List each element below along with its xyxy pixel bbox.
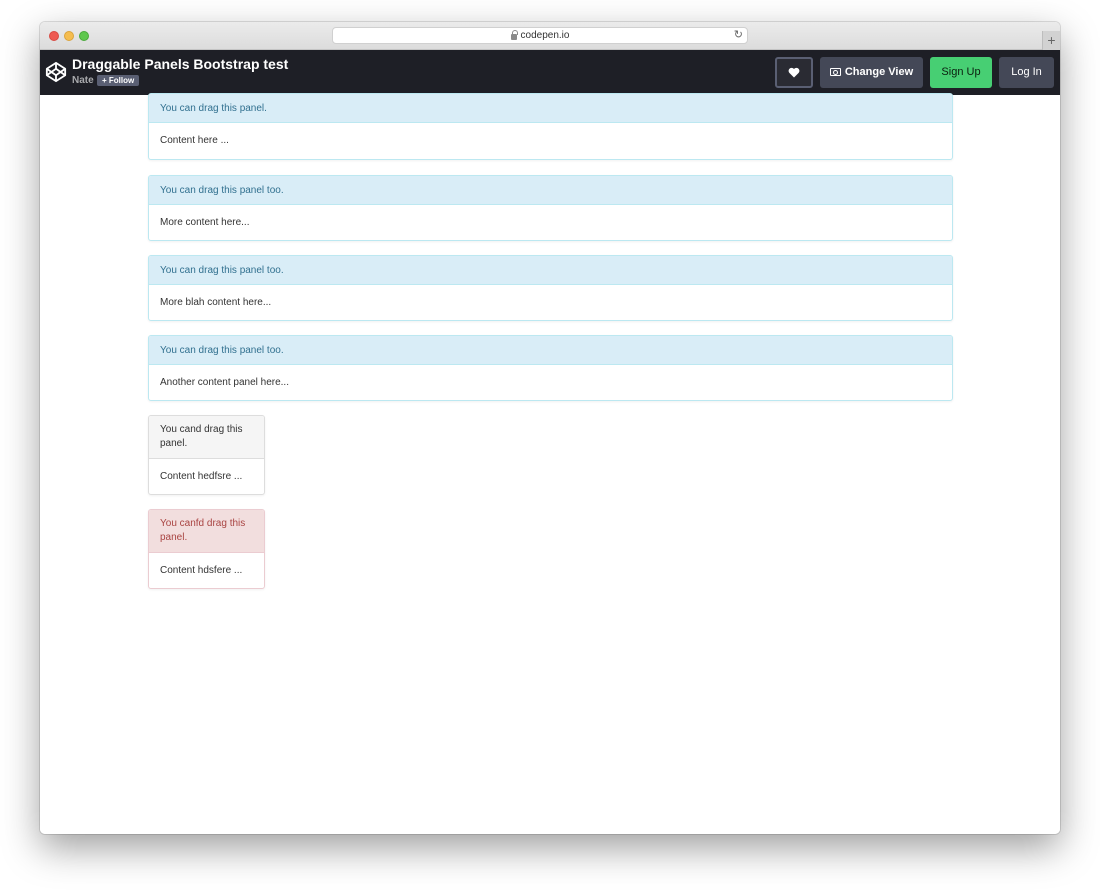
heart-button[interactable] xyxy=(775,57,813,88)
follow-button[interactable]: + Follow xyxy=(97,75,140,86)
panel-body: Content here ... xyxy=(160,135,229,146)
close-window-button[interactable] xyxy=(49,31,59,41)
panel-heading[interactable]: You can drag this panel too. xyxy=(149,176,952,205)
pen-title: Draggable Panels Bootstrap test xyxy=(72,56,289,72)
log-in-button[interactable]: Log In xyxy=(999,57,1054,88)
address-bar[interactable]: codepen.io ↻ xyxy=(332,27,748,44)
draggable-panel[interactable]: You can drag this panel too. More blah c… xyxy=(148,255,953,321)
url-text: codepen.io xyxy=(520,30,570,41)
change-view-icon xyxy=(829,68,841,76)
panel-heading[interactable]: You canfd drag this panel. xyxy=(149,510,264,553)
sign-up-button[interactable]: Sign Up xyxy=(930,57,992,88)
new-tab-button[interactable]: + xyxy=(1042,31,1060,50)
panel-body: Content hdsfere ... xyxy=(160,565,243,576)
panel-heading[interactable]: You cand drag this panel. xyxy=(149,416,264,459)
draggable-panel[interactable]: You can drag this panel. Content here ..… xyxy=(148,93,953,160)
browser-toolbar: codepen.io ↻ + xyxy=(40,22,1060,50)
draggable-panel[interactable]: You canfd drag this panel. Content hdsfe… xyxy=(148,509,265,589)
reload-icon[interactable]: ↻ xyxy=(734,28,743,41)
browser-window: codepen.io ↻ + Draggable Panels Bootstra… xyxy=(40,22,1060,834)
panel-body: More content here... xyxy=(160,217,250,228)
minimize-window-button[interactable] xyxy=(64,31,74,41)
change-view-label: Change View xyxy=(844,66,914,78)
zoom-window-button[interactable] xyxy=(79,31,89,41)
panel-body: More blah content here... xyxy=(160,297,272,308)
draggable-panel[interactable]: You cand drag this panel. Content hedfsr… xyxy=(148,415,265,495)
panel-body: Content hedfsre ... xyxy=(160,471,243,482)
panel-heading[interactable]: You can drag this panel too. xyxy=(149,336,952,365)
author-link[interactable]: Nate xyxy=(72,75,94,86)
heart-icon xyxy=(788,67,800,78)
draggable-panel[interactable]: You can drag this panel too. Another con… xyxy=(148,335,953,401)
change-view-button[interactable]: Change View xyxy=(820,57,923,88)
lock-icon xyxy=(510,29,518,40)
codepen-header: Draggable Panels Bootstrap test Nate + F… xyxy=(40,50,1060,95)
codepen-logo-icon[interactable] xyxy=(45,61,67,83)
draggable-panel[interactable]: You can drag this panel too. More conten… xyxy=(148,175,953,241)
pen-preview: You can drag this panel. Content here ..… xyxy=(40,93,1060,834)
panel-body: Another content panel here... xyxy=(160,377,289,388)
panel-heading[interactable]: You can drag this panel. xyxy=(149,94,952,123)
panel-heading[interactable]: You can drag this panel too. xyxy=(149,256,952,285)
